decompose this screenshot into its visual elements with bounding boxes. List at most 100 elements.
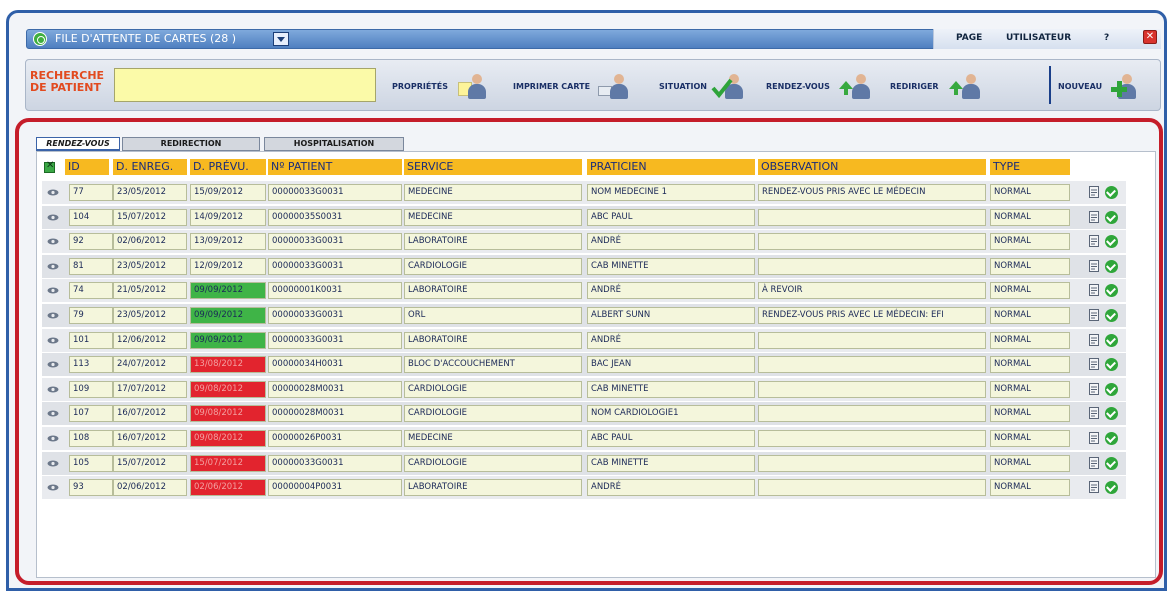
cell-reg-date[interactable]: 24/07/2012: [113, 356, 187, 374]
cell-observation[interactable]: [758, 479, 986, 497]
situation-button[interactable]: SITUATION: [659, 74, 759, 100]
document-icon[interactable]: [1089, 481, 1099, 494]
cell-observation[interactable]: [758, 356, 986, 374]
cell-type[interactable]: NORMAL: [990, 307, 1070, 324]
validate-check-icon[interactable]: [1105, 259, 1118, 273]
print-card-button[interactable]: IMPRIMER CARTE: [513, 74, 633, 100]
menu-user[interactable]: UTILISATEUR: [1006, 33, 1071, 43]
col-service-header[interactable]: SERVICE: [404, 159, 582, 175]
cell-patient-number[interactable]: 00000035S0031: [268, 208, 402, 226]
cell-reg-date[interactable]: 23/05/2012: [113, 184, 187, 201]
cell-reg-date[interactable]: 02/06/2012: [113, 233, 187, 251]
cell-due-date[interactable]: 02/06/2012: [190, 479, 266, 497]
cell-id[interactable]: 107: [69, 405, 113, 423]
cell-observation[interactable]: [758, 208, 986, 226]
view-eye-icon[interactable]: [47, 238, 59, 245]
cell-practitioner[interactable]: ABC PAUL: [587, 430, 755, 447]
cell-service[interactable]: MEDECINE: [404, 430, 582, 447]
document-icon[interactable]: [1089, 407, 1099, 420]
col-patient-header[interactable]: Nº PATIENT: [268, 159, 402, 175]
select-all-checkbox[interactable]: [44, 160, 55, 173]
cell-due-date[interactable]: 09/08/2012: [190, 405, 266, 423]
cell-observation[interactable]: À REVOIR: [758, 282, 986, 300]
cell-due-date[interactable]: 09/09/2012: [190, 282, 266, 300]
tab-rendez-vous[interactable]: RENDEZ-VOUS: [36, 137, 120, 151]
view-eye-icon[interactable]: [47, 435, 59, 442]
cell-id[interactable]: 79: [69, 307, 113, 324]
cell-due-date[interactable]: 12/09/2012: [190, 257, 266, 275]
validate-check-icon[interactable]: [1105, 358, 1118, 372]
table-row[interactable]: 105 15/07/2012 15/07/2012 00000033G0031 CARD…: [42, 451, 1126, 475]
view-eye-icon[interactable]: [47, 287, 59, 294]
cell-practitioner[interactable]: NOM CARDIOLOGIE1: [587, 405, 755, 423]
cell-reg-date[interactable]: 12/06/2012: [113, 331, 187, 349]
validate-check-icon[interactable]: [1105, 284, 1118, 298]
view-eye-icon[interactable]: [47, 189, 59, 196]
cell-service[interactable]: ORL: [404, 307, 582, 324]
appointments-button[interactable]: RENDEZ-VOUS: [766, 74, 876, 100]
cell-id[interactable]: 109: [69, 380, 113, 398]
cell-type[interactable]: NORMAL: [990, 208, 1070, 226]
cell-id[interactable]: 92: [69, 233, 113, 251]
close-icon[interactable]: ✕: [1143, 30, 1157, 44]
cell-reg-date[interactable]: 17/07/2012: [113, 380, 187, 398]
patient-search-input[interactable]: [114, 68, 376, 102]
cell-service[interactable]: BLOC D'ACCOUCHEMENT: [404, 356, 582, 374]
cell-patient-number[interactable]: 00000033G0031: [268, 307, 402, 324]
queue-dropdown-button[interactable]: [273, 32, 289, 46]
cell-practitioner[interactable]: CAB MINETTE: [587, 380, 755, 398]
col-id-header[interactable]: ID: [65, 159, 109, 175]
cell-practitioner[interactable]: BAC JEAN: [587, 356, 755, 374]
cell-id[interactable]: 81: [69, 257, 113, 275]
document-icon[interactable]: [1089, 235, 1099, 248]
view-eye-icon[interactable]: [47, 361, 59, 368]
validate-check-icon[interactable]: [1105, 407, 1118, 421]
cell-patient-number[interactable]: 00000028M0031: [268, 380, 402, 398]
cell-practitioner[interactable]: ANDRÉ: [587, 282, 755, 300]
cell-patient-number[interactable]: 00000026P0031: [268, 430, 402, 447]
cell-reg-date[interactable]: 15/07/2012: [113, 208, 187, 226]
cell-due-date[interactable]: 13/08/2012: [190, 356, 266, 374]
cell-due-date[interactable]: 13/09/2012: [190, 233, 266, 251]
cell-reg-date[interactable]: 23/05/2012: [113, 307, 187, 324]
cell-service[interactable]: CARDIOLOGIE: [404, 454, 582, 472]
cell-due-date[interactable]: 15/07/2012: [190, 454, 266, 472]
tab-redirection[interactable]: REDIRECTION: [122, 137, 260, 151]
cell-patient-number[interactable]: 00000001K0031: [268, 282, 402, 300]
cell-id[interactable]: 108: [69, 430, 113, 447]
cell-service[interactable]: LABORATOIRE: [404, 233, 582, 251]
cell-observation[interactable]: [758, 331, 986, 349]
cell-patient-number[interactable]: 00000033G0031: [268, 454, 402, 472]
validate-check-icon[interactable]: [1105, 481, 1118, 495]
cell-id[interactable]: 105: [69, 454, 113, 472]
document-icon[interactable]: [1089, 333, 1099, 346]
cell-due-date[interactable]: 15/09/2012: [190, 184, 266, 201]
cell-patient-number[interactable]: 00000034H0031: [268, 356, 402, 374]
cell-id[interactable]: 93: [69, 479, 113, 497]
cell-reg-date[interactable]: 16/07/2012: [113, 405, 187, 423]
cell-due-date[interactable]: 09/09/2012: [190, 331, 266, 349]
validate-check-icon[interactable]: [1105, 333, 1118, 347]
document-icon[interactable]: [1089, 210, 1099, 223]
validate-check-icon[interactable]: [1105, 432, 1118, 445]
document-icon[interactable]: [1089, 259, 1099, 272]
table-row[interactable]: 74 21/05/2012 09/09/2012 00000001K0031 LABOR…: [42, 279, 1126, 303]
cell-patient-number[interactable]: 00000033G0031: [268, 233, 402, 251]
cell-type[interactable]: NORMAL: [990, 331, 1070, 349]
cell-type[interactable]: NORMAL: [990, 233, 1070, 251]
cell-reg-date[interactable]: 02/06/2012: [113, 479, 187, 497]
menu-help[interactable]: ?: [1104, 33, 1109, 43]
document-icon[interactable]: [1089, 186, 1099, 198]
cell-practitioner[interactable]: CAB MINETTE: [587, 257, 755, 275]
cell-practitioner[interactable]: ANDRÉ: [587, 331, 755, 349]
cell-service[interactable]: LABORATOIRE: [404, 479, 582, 497]
cell-practitioner[interactable]: CAB MINETTE: [587, 454, 755, 472]
cell-due-date[interactable]: 09/08/2012: [190, 380, 266, 398]
cell-patient-number[interactable]: 00000028M0031: [268, 405, 402, 423]
view-eye-icon[interactable]: [47, 460, 59, 467]
cell-service[interactable]: CARDIOLOGIE: [404, 257, 582, 275]
cell-type[interactable]: NORMAL: [990, 479, 1070, 497]
menu-page[interactable]: PAGE: [956, 33, 982, 43]
table-row[interactable]: 79 23/05/2012 09/09/2012 00000033G0031 ORL AL…: [42, 304, 1126, 327]
cell-type[interactable]: NORMAL: [990, 405, 1070, 423]
